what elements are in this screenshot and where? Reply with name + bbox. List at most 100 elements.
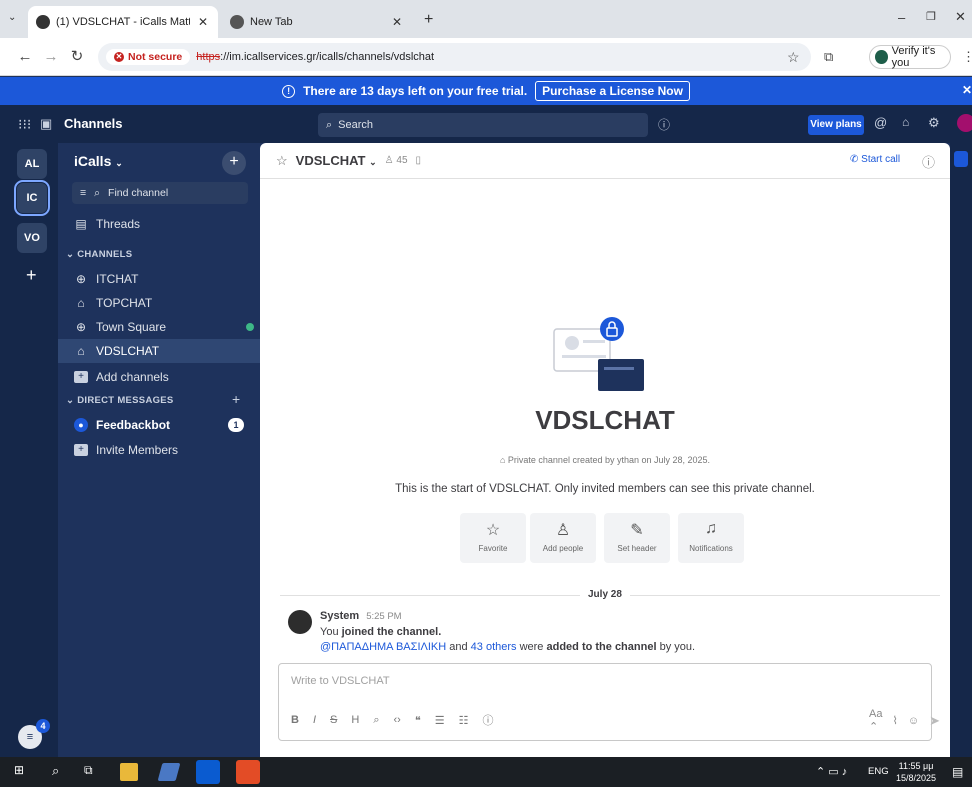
- search-box[interactable]: ⌕ Search: [318, 113, 648, 137]
- file-explorer-icon[interactable]: [120, 763, 138, 781]
- view-plans-button[interactable]: View plans: [808, 115, 864, 135]
- teamviewer-icon[interactable]: [196, 760, 220, 784]
- user-mention-link[interactable]: @ΠΑΠΑΔΗΜΑ ΒΑΣΙΛΙΚΗ: [320, 641, 446, 653]
- member-count[interactable]: ♙ 45: [385, 155, 408, 166]
- code-icon[interactable]: ‹›: [393, 714, 400, 726]
- link-icon[interactable]: ⌕: [373, 714, 379, 727]
- language-indicator[interactable]: ENG: [868, 766, 889, 777]
- quote-icon[interactable]: ❝: [415, 714, 421, 727]
- tab-title: New Tab: [250, 16, 293, 28]
- team-vo[interactable]: VO: [17, 223, 47, 253]
- heading-icon[interactable]: H: [351, 714, 359, 726]
- minimize-icon[interactable]: –: [898, 10, 905, 25]
- purchase-license-button[interactable]: Purchase a License Now: [535, 81, 690, 101]
- message-editor[interactable]: Write to VDSLCHAT B I S H ⌕ ‹› ❝ ☰ ☷ ⓘ A…: [278, 663, 959, 741]
- channels-section-header[interactable]: ⌄ CHANNELS: [66, 249, 132, 260]
- add-team-plus-icon[interactable]: +: [26, 265, 37, 286]
- back-arrow-icon[interactable]: ←: [14, 46, 36, 68]
- url-scheme: https: [196, 51, 221, 63]
- lock-icon: ⌂: [77, 296, 85, 310]
- tab-close-icon[interactable]: ✕: [196, 15, 210, 29]
- lock-icon: ⌂: [77, 344, 85, 358]
- sidebar-item-topchat[interactable]: ⌂ TOPCHAT: [58, 291, 260, 315]
- new-tab-plus-icon[interactable]: +: [424, 11, 433, 29]
- bullet-list-icon[interactable]: ☰: [435, 714, 445, 727]
- url-omnibox[interactable]: ✕ Not secure https://im.icallservices.gr…: [98, 43, 811, 71]
- app-icon[interactable]: [157, 763, 181, 781]
- member-count-value: 45: [396, 155, 408, 166]
- notification-center-icon[interactable]: ▤: [952, 765, 963, 779]
- post-author[interactable]: System: [320, 610, 359, 622]
- add-channels-label: Add channels: [96, 370, 169, 384]
- pinned-files-icon[interactable]: ▯: [416, 155, 422, 166]
- dm-section-header[interactable]: ⌄ DIRECT MESSAGES: [66, 395, 174, 406]
- tab-mattermost[interactable]: (1) VDSLCHAT - iCalls Matterm ✕: [28, 6, 218, 38]
- trial-banner: ! There are 13 days left on your free tr…: [0, 77, 972, 105]
- find-channel-button[interactable]: ≡ ⌕ Find channel: [72, 182, 248, 204]
- notifications-button[interactable]: ♫ Notifications: [678, 513, 744, 563]
- team-al[interactable]: AL: [17, 149, 47, 179]
- channel-info-icon[interactable]: ⓘ: [922, 152, 935, 171]
- favorite-star-icon[interactable]: ☆: [276, 153, 288, 169]
- bold-icon[interactable]: B: [291, 714, 299, 726]
- user-avatar[interactable]: [957, 114, 972, 132]
- intro-subtitle: ⌂ Private channel created by ythan on Ju…: [260, 455, 950, 465]
- taskbar-search-icon[interactable]: ⌕: [52, 763, 70, 781]
- strikethrough-icon[interactable]: S: [330, 714, 337, 726]
- browser-menu-icon[interactable]: ⋮: [962, 49, 972, 65]
- post-time[interactable]: 5:25 PM: [366, 611, 401, 622]
- tab-list-chevron-icon[interactable]: ⌄: [8, 12, 22, 26]
- set-header-button[interactable]: ✎ Set header: [604, 513, 670, 563]
- extensions-puzzle-icon[interactable]: ⧉: [824, 49, 833, 65]
- others-link[interactable]: 43 others: [471, 641, 517, 653]
- windows-taskbar: ⊞ ⌕ ⧉ ⌃ ▭ ♪ ENG 11:55 μμ 15/8/2025 ▤: [0, 757, 972, 787]
- sidebar-item-vdslchat[interactable]: ⌂ VDSLCHAT: [58, 339, 260, 363]
- mentions-at-icon[interactable]: @: [874, 115, 887, 130]
- not-secure-badge[interactable]: ✕ Not secure: [106, 49, 191, 65]
- add-dm-plus-icon[interactable]: +: [232, 391, 240, 407]
- filter-icon: ≡: [80, 187, 87, 199]
- format-toggle[interactable]: Aa ⌃: [869, 708, 882, 733]
- window-close-icon[interactable]: ✕: [955, 9, 966, 25]
- boards-icon[interactable]: [954, 151, 968, 167]
- start-call-button[interactable]: ✆ Start call: [850, 154, 900, 165]
- team-name-menu[interactable]: iCalls ⌄: [74, 153, 123, 169]
- emoji-icon[interactable]: ☺: [908, 715, 919, 727]
- product-grid-icon[interactable]: ⁝⁝⁝: [18, 116, 31, 133]
- sidebar-item-itchat[interactable]: ⊕ ITCHAT: [58, 267, 260, 291]
- sidebar-item-town-square[interactable]: ⊕ Town Square: [58, 315, 260, 339]
- task-view-icon[interactable]: ⧉: [84, 763, 102, 781]
- emoji-info-icon[interactable]: ⓘ: [482, 712, 493, 728]
- forward-arrow-icon[interactable]: →: [40, 46, 62, 68]
- invite-members-label: Invite Members: [96, 443, 179, 457]
- chrome-icon[interactable]: [236, 760, 260, 784]
- sidebar-item-add-channels[interactable]: + Add channels: [58, 365, 260, 389]
- tab-close-icon[interactable]: ✕: [390, 15, 404, 29]
- sidebar-item-invite-members[interactable]: + Invite Members: [58, 438, 260, 462]
- send-icon[interactable]: ➤: [929, 713, 940, 729]
- saved-bookmark-icon[interactable]: ⌂: [902, 115, 909, 129]
- team-ic[interactable]: IC: [14, 180, 50, 216]
- favorite-button[interactable]: ☆ Favorite: [460, 513, 526, 563]
- channel-view: ☆ VDSLCHAT ⌄ ♙ 45 ▯ ✆ Start call ⓘ VDSLC…: [260, 143, 959, 757]
- clock[interactable]: 11:55 μμ 15/8/2025: [896, 760, 936, 784]
- message-input-placeholder[interactable]: Write to VDSLCHAT: [291, 675, 390, 687]
- tab-new-tab[interactable]: New Tab ✕: [222, 6, 412, 38]
- system-tray-icons[interactable]: ⌃ ▭ ♪: [816, 765, 847, 778]
- banner-close-icon[interactable]: ✕: [962, 83, 972, 97]
- channel-name-menu[interactable]: VDSLCHAT ⌄: [296, 153, 377, 168]
- verify-profile-button[interactable]: Verify it's you: [869, 45, 951, 69]
- bookmark-star-icon[interactable]: ☆: [787, 49, 800, 66]
- numbered-list-icon[interactable]: ☷: [459, 714, 469, 727]
- add-plus-button[interactable]: +: [222, 151, 246, 175]
- settings-gear-icon[interactable]: ⚙: [928, 115, 940, 131]
- reload-icon[interactable]: ↻: [66, 46, 88, 68]
- clock-date: 15/8/2025: [896, 773, 937, 783]
- attachment-icon[interactable]: ⌇: [892, 714, 897, 727]
- sidebar-item-threads[interactable]: ▤ Threads: [58, 212, 260, 236]
- restore-icon[interactable]: ❐: [926, 10, 936, 23]
- help-icon[interactable]: ⓘ: [658, 116, 670, 133]
- add-people-button[interactable]: ♙ Add people: [530, 513, 596, 563]
- windows-start-icon[interactable]: ⊞: [14, 763, 32, 781]
- italic-icon[interactable]: I: [313, 714, 316, 726]
